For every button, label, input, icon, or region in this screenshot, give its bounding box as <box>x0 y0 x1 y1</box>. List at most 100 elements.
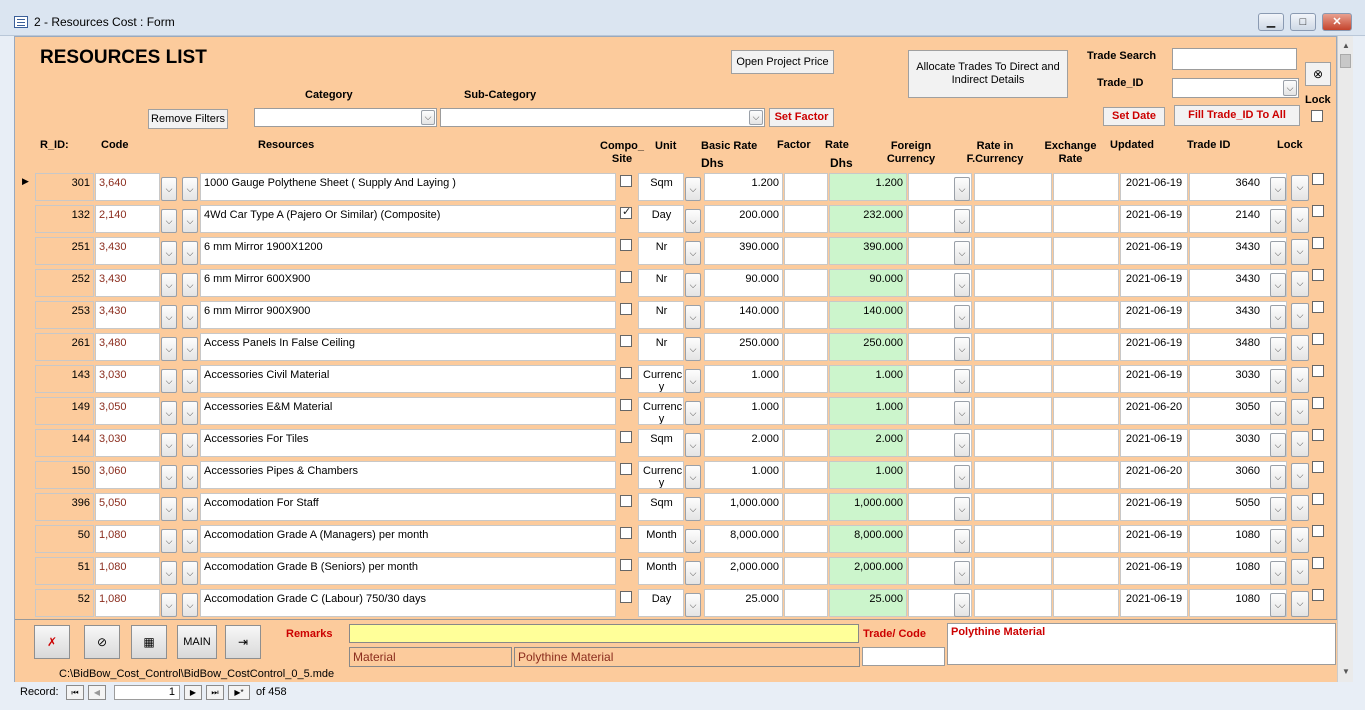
chevron-down-icon[interactable]: ⌵ <box>1270 561 1286 585</box>
lock-checkbox[interactable] <box>1312 365 1324 377</box>
chevron-down-icon[interactable]: ⌵ <box>161 401 177 425</box>
unit-cell[interactable]: Currenc y <box>638 397 684 425</box>
exchange-rate-cell[interactable] <box>1053 333 1119 361</box>
resource-cell[interactable]: 6 mm Mirror 600X900 <box>200 269 616 297</box>
new-record-icon[interactable]: ▶* <box>228 685 250 700</box>
first-record-icon[interactable]: ⏮ <box>66 685 84 700</box>
chevron-down-icon[interactable]: ⌵ <box>1283 80 1297 96</box>
record-selector[interactable] <box>17 429 35 457</box>
rate-fc-cell[interactable] <box>974 269 1052 297</box>
exchange-rate-cell[interactable] <box>1053 493 1119 521</box>
resource-cell[interactable]: Accomodation Grade C (Labour) 750/30 day… <box>200 589 616 617</box>
chevron-down-icon[interactable]: ⌵ <box>182 465 198 489</box>
chevron-down-icon[interactable]: ⌵ <box>954 497 970 521</box>
chevron-down-icon[interactable]: ⌵ <box>954 529 970 553</box>
chevron-down-icon[interactable]: ⌵ <box>1270 497 1286 521</box>
exchange-rate-cell[interactable] <box>1053 557 1119 585</box>
unit-cell[interactable]: Nr <box>638 333 684 361</box>
chevron-down-icon[interactable]: ⌵ <box>1291 175 1309 201</box>
code-cell[interactable]: 1,080 <box>95 557 160 585</box>
chevron-down-icon[interactable]: ⌵ <box>161 465 177 489</box>
exchange-rate-cell[interactable] <box>1053 205 1119 233</box>
exchange-rate-cell[interactable] <box>1053 397 1119 425</box>
composite-checkbox[interactable] <box>620 431 632 443</box>
record-selector[interactable] <box>17 301 35 329</box>
basic-rate-cell[interactable]: 8,000.000 <box>704 525 783 553</box>
resource-cell[interactable]: Access Panels In False Ceiling <box>200 333 616 361</box>
chevron-down-icon[interactable]: ⌵ <box>1291 559 1309 585</box>
exchange-rate-cell[interactable] <box>1053 173 1119 201</box>
code-cell[interactable]: 3,050 <box>95 397 160 425</box>
chevron-down-icon[interactable]: ⌵ <box>182 273 198 297</box>
chevron-down-icon[interactable]: ⌵ <box>685 433 701 457</box>
chevron-down-icon[interactable]: ⌵ <box>182 241 198 265</box>
chevron-down-icon[interactable]: ⌵ <box>161 497 177 521</box>
code-cell[interactable]: 3,030 <box>95 365 160 393</box>
chevron-down-icon[interactable]: ⌵ <box>161 369 177 393</box>
chevron-down-icon[interactable]: ⌵ <box>182 209 198 233</box>
chevron-down-icon[interactable]: ⌵ <box>954 401 970 425</box>
basic-rate-cell[interactable]: 250.000 <box>704 333 783 361</box>
chevron-down-icon[interactable]: ⌵ <box>1270 177 1286 201</box>
chevron-down-icon[interactable]: ⌵ <box>161 241 177 265</box>
remove-filters-button[interactable]: Remove Filters <box>148 109 228 129</box>
chevron-down-icon[interactable]: ⌵ <box>1291 399 1309 425</box>
table-row[interactable]: 150 3,060 ⌵ ⌵ Accessories Pipes & Chambers Cu… <box>15 459 1338 491</box>
chevron-down-icon[interactable]: ⌵ <box>421 110 435 125</box>
table-row[interactable]: 396 5,050 ⌵ ⌵ Accomodation For Staff Sqm ⌵ 1,00… <box>15 491 1338 523</box>
exchange-rate-cell[interactable] <box>1053 429 1119 457</box>
chevron-down-icon[interactable]: ⌵ <box>1291 207 1309 233</box>
lock-checkbox[interactable] <box>1312 461 1324 473</box>
chevron-down-icon[interactable]: ⌵ <box>954 273 970 297</box>
lock-checkbox[interactable] <box>1312 173 1324 185</box>
chevron-down-icon[interactable]: ⌵ <box>685 241 701 265</box>
table-row[interactable]: 144 3,030 ⌵ ⌵ Accessories For Tiles Sqm ⌵ 2.000… <box>15 427 1338 459</box>
rate-fc-cell[interactable] <box>974 205 1052 233</box>
trade-code-input[interactable] <box>862 647 945 666</box>
chevron-down-icon[interactable]: ⌵ <box>954 337 970 361</box>
record-selector[interactable] <box>17 589 35 617</box>
code-cell[interactable]: 5,050 <box>95 493 160 521</box>
composite-checkbox[interactable] <box>620 205 632 219</box>
code-cell[interactable]: 3,030 <box>95 429 160 457</box>
chevron-down-icon[interactable]: ⌵ <box>685 305 701 329</box>
chevron-down-icon[interactable]: ⌵ <box>685 209 701 233</box>
chevron-down-icon[interactable]: ⌵ <box>1270 209 1286 233</box>
record-selector[interactable] <box>17 237 35 265</box>
set-date-button[interactable]: Set Date <box>1103 107 1165 126</box>
record-selector[interactable] <box>17 365 35 393</box>
chevron-down-icon[interactable]: ⌵ <box>1270 241 1286 265</box>
trade-search-input[interactable] <box>1172 48 1297 70</box>
chevron-down-icon[interactable]: ⌵ <box>685 561 701 585</box>
chevron-down-icon[interactable]: ⌵ <box>1270 593 1286 617</box>
updated-cell[interactable]: 2021-06-19 <box>1120 525 1188 553</box>
unit-cell[interactable]: Sqm <box>638 493 684 521</box>
exchange-rate-cell[interactable] <box>1053 269 1119 297</box>
chevron-down-icon[interactable]: ⌵ <box>182 561 198 585</box>
chevron-down-icon[interactable]: ⌵ <box>1270 433 1286 457</box>
factor-cell[interactable] <box>784 557 828 585</box>
table-row[interactable]: 149 3,050 ⌵ ⌵ Accessories E&M Material Curren… <box>15 395 1338 427</box>
rate-fc-cell[interactable] <box>974 589 1052 617</box>
resource-cell[interactable]: 4Wd Car Type A (Pajero Or Similar) (Comp… <box>200 205 616 233</box>
factor-cell[interactable] <box>784 461 828 489</box>
chevron-down-icon[interactable]: ⌵ <box>1270 305 1286 329</box>
record-selector[interactable] <box>17 493 35 521</box>
chevron-down-icon[interactable]: ⌵ <box>182 433 198 457</box>
exchange-rate-cell[interactable] <box>1053 589 1119 617</box>
basic-rate-cell[interactable]: 1.000 <box>704 397 783 425</box>
composite-checkbox[interactable] <box>620 527 632 539</box>
chevron-down-icon[interactable]: ⌵ <box>1270 465 1286 489</box>
basic-rate-cell[interactable]: 390.000 <box>704 237 783 265</box>
chevron-down-icon[interactable]: ⌵ <box>182 529 198 553</box>
clear-filter-button[interactable]: ⊗ <box>1305 62 1331 86</box>
rate-fc-cell[interactable] <box>974 461 1052 489</box>
set-factor-button[interactable]: Set Factor <box>769 108 834 127</box>
composite-checkbox[interactable] <box>620 175 632 187</box>
chevron-down-icon[interactable]: ⌵ <box>1291 591 1309 617</box>
main-button[interactable]: MAIN <box>177 625 217 659</box>
resource-cell[interactable]: 1000 Gauge Polythene Sheet ( Supply And … <box>200 173 616 201</box>
unit-cell[interactable]: Currenc y <box>638 461 684 489</box>
chevron-down-icon[interactable]: ⌵ <box>954 561 970 585</box>
factor-cell[interactable] <box>784 173 828 201</box>
